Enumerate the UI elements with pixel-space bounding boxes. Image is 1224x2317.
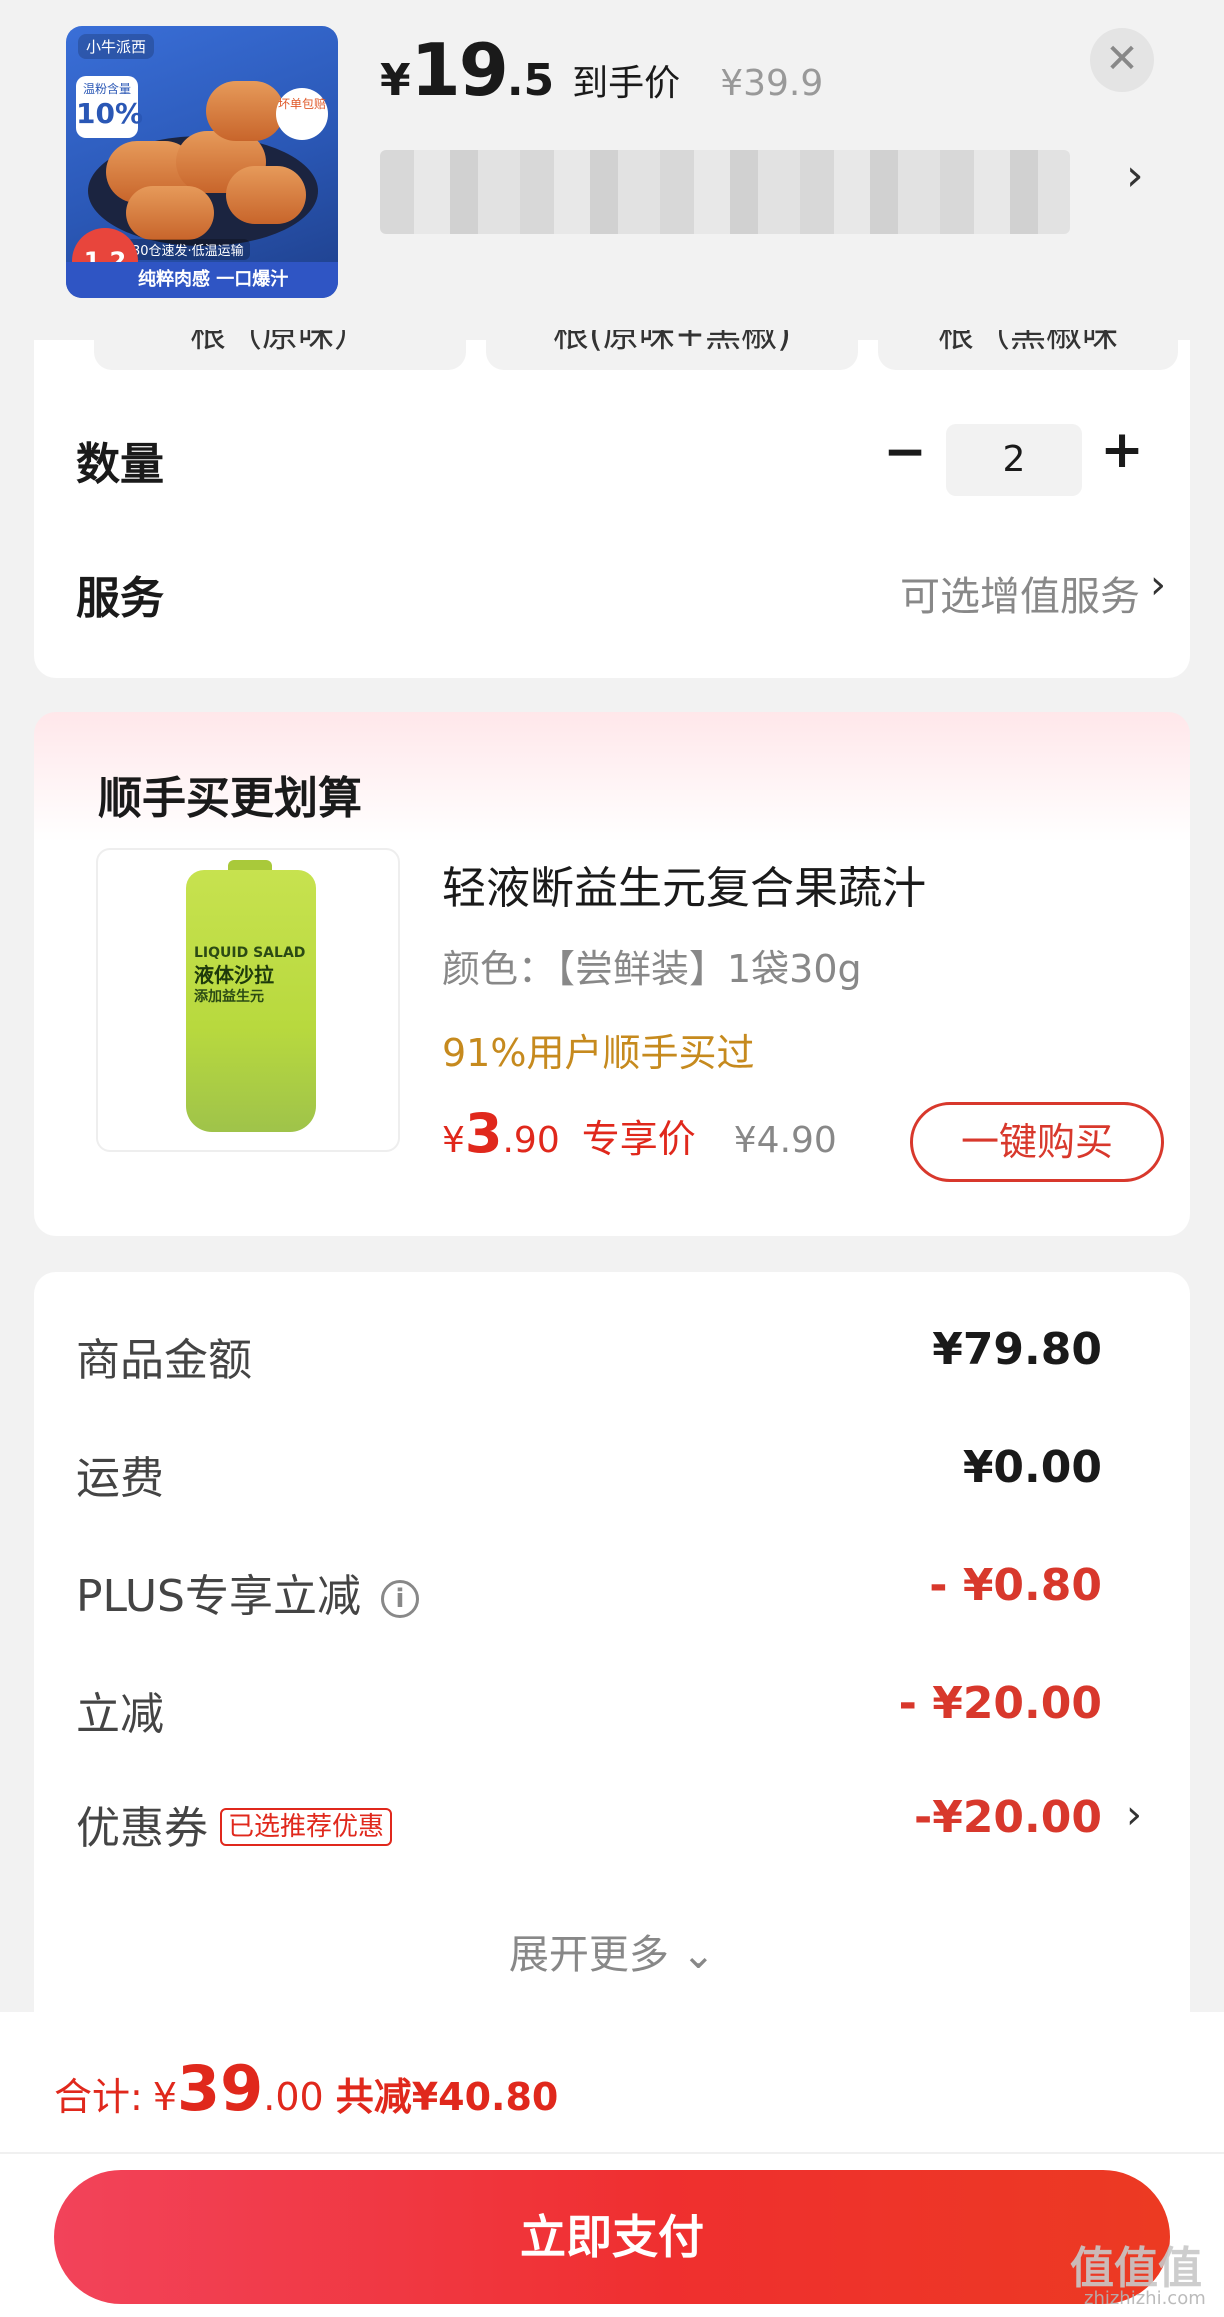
- pay-now-button[interactable]: 立即支付: [54, 2170, 1170, 2304]
- info-icon[interactable]: i: [381, 1580, 419, 1618]
- price-currency-symbol: ¥: [380, 55, 411, 106]
- watermark-url: zhizhizhi.com: [1084, 2288, 1206, 2309]
- summary-value: ¥0.00: [962, 1442, 1102, 1493]
- upsell-product-name[interactable]: 轻液断益生元复合果蔬汁: [442, 852, 926, 916]
- spec-option-chip[interactable]: 根（黑椒味: [878, 330, 1178, 370]
- quantity-minus-button[interactable]: −: [880, 422, 930, 482]
- service-value[interactable]: 可选增值服务: [900, 564, 1140, 622]
- watermark-logo: 值值值: [1070, 2243, 1202, 2294]
- total-row: 合计: ¥ 39 .00 共减¥40.80: [54, 2052, 558, 2125]
- summary-label-wrap: PLUS专享立减 i: [76, 1560, 419, 1624]
- upsell-product-image[interactable]: LIQUID SALAD 液体沙拉 添加益生元: [96, 848, 400, 1152]
- selected-sku-blurred[interactable]: [380, 150, 1070, 234]
- summary-row-plus-discount: PLUS专享立减 i - ¥0.80: [76, 1560, 1136, 1622]
- coupon-badge: 已选推荐优惠: [220, 1808, 393, 1846]
- upsell-title: 顺手买更划算: [98, 773, 362, 824]
- divider: [0, 2152, 1224, 2154]
- total-label: 合计:: [54, 2075, 143, 2119]
- order-summary-card: 商品金额 ¥79.80 运费 ¥0.00 PLUS专享立减 i - ¥0.80 立…: [34, 1272, 1190, 2012]
- thumb-bottom-slogan: 纯粹肉感 一口爆汁: [66, 262, 338, 298]
- close-icon: ✕: [1105, 36, 1139, 82]
- one-click-buy-button[interactable]: 一键购买: [910, 1102, 1164, 1182]
- close-button[interactable]: ✕: [1090, 28, 1154, 92]
- summary-value: -¥20.00: [913, 1792, 1102, 1843]
- thumb-sausage: [226, 166, 306, 224]
- service-label: 服务: [76, 573, 164, 624]
- quantity-input[interactable]: 2: [946, 424, 1082, 496]
- spec-option-chip[interactable]: 根（原味）: [94, 330, 466, 370]
- pouch-line1: LIQUID SALAD: [194, 945, 306, 961]
- upsell-original-price: ¥4.90: [733, 1120, 837, 1161]
- summary-row-direct-discount: 立减 - ¥20.00: [76, 1678, 1136, 1740]
- upsell-price-symbol: ¥: [442, 1120, 465, 1161]
- quantity-label: 数量: [76, 439, 164, 490]
- upsell-price-label: 专享价: [581, 1117, 696, 1161]
- upsell-price: ¥ 3 .90 专享价 ¥4.90: [442, 1102, 837, 1165]
- chevron-right-icon[interactable]: ›: [1126, 150, 1144, 201]
- chevron-right-icon[interactable]: ›: [1126, 1792, 1142, 1838]
- total-symbol: ¥: [152, 2075, 177, 2119]
- summary-row-goods: 商品金额 ¥79.80: [76, 1324, 1136, 1386]
- checkout-footer: 合计: ¥ 39 .00 共减¥40.80 立即支付: [0, 2012, 1224, 2317]
- upsell-product-spec: 颜色：【尝鲜装】1袋30g: [442, 947, 862, 991]
- product-header: 小牛派西 温粉含量 10% 坏单包赔 30仓速发·低温运输 1.2 纯粹肉感 一…: [0, 0, 1224, 340]
- summary-label: 运费: [76, 1453, 164, 1504]
- price-integer: 19: [410, 28, 509, 112]
- quantity-plus-button[interactable]: +: [1092, 420, 1152, 480]
- summary-value: - ¥20.00: [898, 1678, 1102, 1729]
- summary-row-shipping: 运费 ¥0.00: [76, 1442, 1136, 1504]
- thumb-percent-tag: 温粉含量 10%: [76, 76, 144, 138]
- summary-label-wrap: 优惠券 已选推荐优惠: [76, 1792, 393, 1856]
- total-integer: 39: [177, 2052, 264, 2125]
- original-price: ¥39.9: [720, 63, 824, 104]
- pouch-line3: 添加益生元: [194, 989, 264, 1005]
- price-decimal: .5: [506, 55, 555, 106]
- summary-label: PLUS专享立减: [76, 1571, 361, 1622]
- summary-value: ¥79.80: [932, 1324, 1102, 1375]
- thumb-shipping-text: 30仓速发·低温运输: [126, 239, 250, 260]
- upsell-social-proof: 91%用户顺手买过: [442, 1031, 755, 1075]
- spec-option-chip[interactable]: 根(原味+黑椒): [486, 330, 858, 370]
- thumb-guarantee-bubble: 坏单包赔: [276, 88, 328, 140]
- product-thumbnail[interactable]: 小牛派西 温粉含量 10% 坏单包赔 30仓速发·低温运输 1.2 纯粹肉感 一…: [66, 26, 338, 298]
- total-decimal: .00: [263, 2075, 324, 2119]
- summary-label: 商品金额: [76, 1335, 252, 1386]
- pouch-line2: 液体沙拉: [194, 963, 274, 987]
- upsell-price-decimal: .90: [502, 1120, 560, 1161]
- upsell-card: 顺手买更划算 LIQUID SALAD 液体沙拉 添加益生元 轻液断益生元复合果…: [34, 712, 1190, 1236]
- spec-option-label: 根(原味+黑椒): [552, 330, 792, 355]
- thumb-tag-percent: 10%: [76, 97, 144, 130]
- total-saved: 共减¥40.80: [335, 2075, 559, 2119]
- thumb-sausage: [126, 186, 214, 240]
- chevron-right-icon[interactable]: ›: [1150, 562, 1166, 608]
- thumb-brand: 小牛派西: [78, 34, 155, 59]
- summary-value: - ¥0.80: [929, 1560, 1102, 1611]
- summary-row-coupon[interactable]: 优惠券 已选推荐优惠 -¥20.00 ›: [76, 1792, 1142, 1854]
- spec-card: 根（原味） 根(原味+黑椒) 根（黑椒味 数量 − 2 + 服务 可选增值服务 …: [34, 330, 1190, 678]
- thumb-sausage: [206, 81, 284, 141]
- spec-option-label: 根（黑椒味: [937, 330, 1118, 355]
- summary-label: 优惠券: [76, 1803, 208, 1854]
- summary-label: 立减: [76, 1689, 164, 1740]
- thumb-tag-small: 温粉含量: [82, 82, 131, 96]
- upsell-price-integer: 3: [464, 1102, 503, 1165]
- spec-option-label: 根（原味）: [189, 330, 370, 355]
- expand-more-button[interactable]: 展开更多 ⌄: [34, 1922, 1190, 1980]
- header-price: ¥ 19 .5 到手价 ¥39.9: [380, 28, 824, 112]
- final-price-label: 到手价: [572, 63, 681, 104]
- pouch-label: LIQUID SALAD 液体沙拉 添加益生元: [194, 942, 310, 1008]
